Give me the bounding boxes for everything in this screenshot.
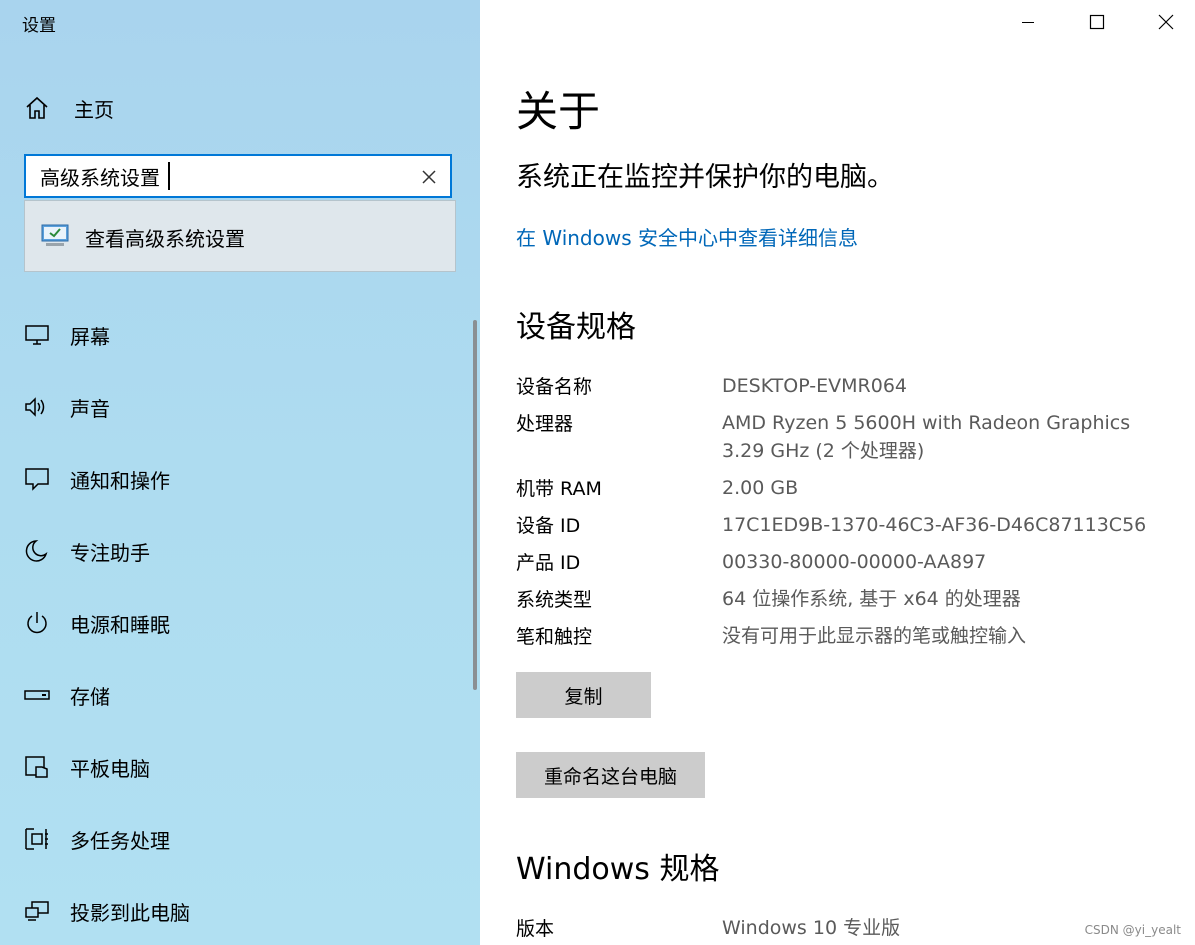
sidebar-item-power-sleep[interactable]: 电源和睡眠 bbox=[22, 603, 442, 643]
sidebar-scrollbar[interactable] bbox=[473, 320, 477, 690]
nav-home-label: 主页 bbox=[74, 97, 114, 122]
protection-status: 系统正在监控并保护你的电脑。 bbox=[516, 162, 894, 193]
sidebar-item-label: 通知和操作 bbox=[70, 468, 170, 493]
windows-specs-heading: Windows 规格 bbox=[516, 852, 720, 887]
minimize-button[interactable] bbox=[1005, 0, 1051, 44]
spec-value: 17C1ED9B-1370-46C3-AF36-D46C87113C56 bbox=[722, 514, 1147, 536]
sidebar-item-display[interactable]: 屏幕 bbox=[22, 315, 442, 355]
spec-label: 产品 ID bbox=[516, 552, 581, 574]
close-button[interactable] bbox=[1143, 0, 1189, 44]
sidebar-item-notifications[interactable]: 通知和操作 bbox=[22, 459, 442, 499]
spec-value: 2.00 GB bbox=[722, 477, 799, 499]
moon-icon bbox=[22, 536, 52, 566]
sidebar-item-sound[interactable]: 声音 bbox=[22, 387, 442, 427]
app-title: 设置 bbox=[22, 16, 56, 36]
notification-icon bbox=[22, 464, 52, 494]
search-suggestion[interactable]: 查看高级系统设置 bbox=[24, 200, 456, 272]
sidebar-item-label: 存储 bbox=[70, 684, 110, 709]
text-caret bbox=[168, 162, 170, 190]
home-icon bbox=[22, 93, 52, 123]
storage-icon bbox=[22, 680, 52, 710]
sidebar-item-label: 专注助手 bbox=[70, 540, 150, 565]
spec-value: 没有可用于此显示器的笔或触控输入 bbox=[722, 625, 1027, 647]
nav-home[interactable]: 主页 bbox=[22, 90, 442, 126]
sidebar-item-label: 平板电脑 bbox=[70, 756, 150, 781]
sidebar-item-multitasking[interactable]: 多任务处理 bbox=[22, 819, 442, 859]
spec-value: Windows 10 专业版 bbox=[722, 917, 901, 939]
clear-icon bbox=[422, 170, 436, 184]
spec-value: 00330-80000-00000-AA897 bbox=[722, 551, 987, 573]
monitor-settings-icon bbox=[40, 223, 70, 249]
sidebar-item-focus-assist[interactable]: 专注助手 bbox=[22, 531, 442, 571]
speaker-icon bbox=[22, 392, 52, 422]
maximize-icon bbox=[1089, 14, 1105, 30]
tablet-icon bbox=[22, 752, 52, 782]
spec-value: 64 位操作系统, 基于 x64 的处理器 bbox=[722, 588, 1021, 610]
watermark: CSDN @yi_yealt bbox=[1084, 923, 1181, 937]
device-specs-heading: 设备规格 bbox=[516, 310, 636, 345]
suggestion-label: 查看高级系统设置 bbox=[85, 227, 245, 251]
sidebar-item-label: 多任务处理 bbox=[70, 828, 170, 853]
security-center-link[interactable]: 在 Windows 安全中心中查看详细信息 bbox=[516, 222, 858, 251]
page-title: 关于 bbox=[516, 87, 601, 136]
settings-sidebar: 设置 主页 查看高级系统设置 屏幕 声音 通知和操作 专注助手 电源和睡 bbox=[0, 0, 480, 945]
copy-button[interactable]: 复制 bbox=[516, 672, 651, 718]
spec-value: DESKTOP-EVMR064 bbox=[722, 375, 907, 397]
clear-search-button[interactable] bbox=[416, 164, 442, 190]
project-icon bbox=[22, 896, 52, 926]
minimize-icon bbox=[1022, 22, 1034, 23]
spec-value: AMD Ryzen 5 5600H with Radeon Graphics bbox=[722, 412, 1131, 434]
spec-value-line2: 3.29 GHz (2 个处理器) bbox=[722, 440, 925, 462]
spec-label: 机带 RAM bbox=[516, 478, 602, 500]
multitask-icon bbox=[22, 824, 52, 854]
display-icon bbox=[22, 320, 52, 350]
spec-label: 设备名称 bbox=[516, 376, 593, 398]
sidebar-item-project[interactable]: 投影到此电脑 bbox=[22, 891, 442, 931]
spec-label: 笔和触控 bbox=[516, 626, 593, 648]
maximize-button[interactable] bbox=[1074, 0, 1120, 44]
sidebar-item-label: 投影到此电脑 bbox=[70, 900, 190, 925]
power-icon bbox=[22, 608, 52, 638]
spec-label: 系统类型 bbox=[516, 589, 593, 611]
close-icon bbox=[1158, 14, 1174, 30]
search-input[interactable] bbox=[40, 161, 410, 191]
spec-label: 处理器 bbox=[516, 413, 574, 435]
sidebar-item-label: 屏幕 bbox=[70, 324, 110, 349]
sidebar-item-tablet[interactable]: 平板电脑 bbox=[22, 747, 442, 787]
search-box[interactable] bbox=[24, 154, 452, 198]
sidebar-item-label: 声音 bbox=[70, 396, 110, 421]
spec-label: 版本 bbox=[516, 918, 555, 940]
spec-label: 设备 ID bbox=[516, 515, 581, 537]
rename-pc-button[interactable]: 重命名这台电脑 bbox=[516, 752, 705, 798]
sidebar-item-storage[interactable]: 存储 bbox=[22, 675, 442, 715]
sidebar-item-label: 电源和睡眠 bbox=[70, 612, 170, 637]
